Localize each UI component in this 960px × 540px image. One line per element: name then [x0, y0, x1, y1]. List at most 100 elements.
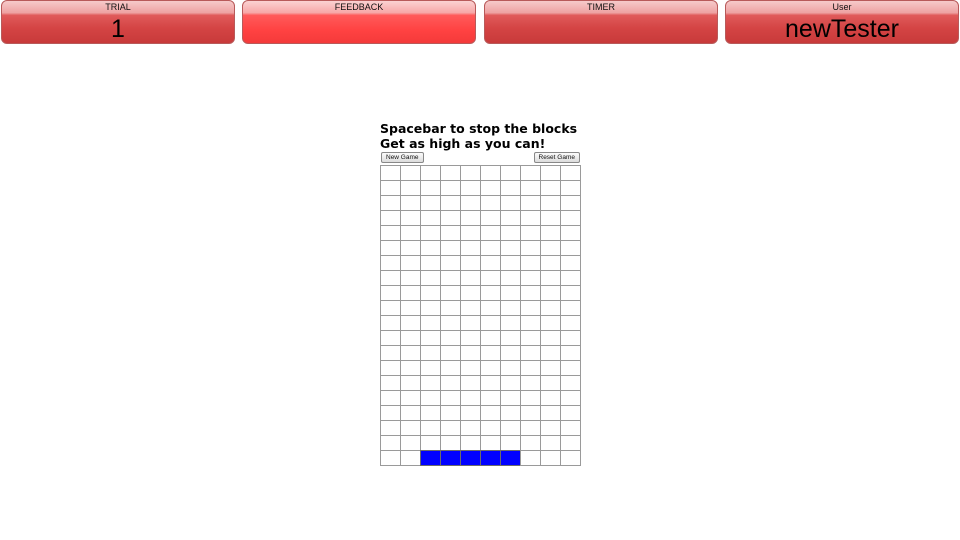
board-cell — [520, 360, 541, 376]
board-cell — [500, 180, 521, 196]
board-cell — [480, 285, 501, 301]
board-cell — [420, 405, 441, 421]
board-cell — [380, 345, 401, 361]
board-cell — [440, 435, 461, 451]
board-cell — [540, 435, 561, 451]
board-cell — [560, 165, 581, 181]
board-cell — [420, 345, 441, 361]
board-cell — [400, 330, 421, 346]
board-cell — [460, 210, 481, 226]
timer-title: TIMER — [587, 2, 615, 12]
board-cell — [500, 435, 521, 451]
board-cell — [440, 300, 461, 316]
board-cell — [440, 390, 461, 406]
board-cell — [440, 405, 461, 421]
board-cell — [400, 300, 421, 316]
board-cell — [400, 195, 421, 211]
board-cell — [420, 270, 441, 286]
board-cell — [560, 330, 581, 346]
board-cell — [440, 360, 461, 376]
timer-panel: TIMER — [484, 0, 718, 44]
board-cell — [540, 405, 561, 421]
board-cell — [500, 270, 521, 286]
board-cell — [520, 180, 541, 196]
board-cell — [420, 255, 441, 271]
board-cell-filled — [440, 450, 461, 466]
board-cell — [400, 405, 421, 421]
board-cell — [440, 255, 461, 271]
board-cell — [560, 435, 581, 451]
board-cell — [400, 375, 421, 391]
board-cell — [460, 420, 481, 436]
board-cell — [380, 285, 401, 301]
board-cell — [560, 285, 581, 301]
feedback-title: FEEDBACK — [334, 2, 384, 12]
board-cell — [440, 165, 461, 181]
board-cell — [500, 300, 521, 316]
board-cell — [420, 330, 441, 346]
board-cell — [520, 390, 541, 406]
reset-game-button[interactable]: Reset Game — [533, 152, 580, 163]
board-cell — [460, 165, 481, 181]
instruction-line-1: Spacebar to stop the blocks — [380, 121, 578, 136]
board-cell — [560, 195, 581, 211]
board-cell — [400, 435, 421, 451]
board-cell — [520, 210, 541, 226]
board-cell — [460, 390, 481, 406]
board-cell — [540, 345, 561, 361]
board-cell — [400, 225, 421, 241]
board-cell — [480, 240, 501, 256]
board-cell — [500, 330, 521, 346]
board-cell — [380, 165, 401, 181]
board-cell — [380, 270, 401, 286]
board-cell — [380, 240, 401, 256]
board-cell — [520, 405, 541, 421]
board-cell — [520, 450, 541, 466]
board-cell — [420, 360, 441, 376]
board-cell — [540, 240, 561, 256]
board-cell — [440, 225, 461, 241]
board-cell-filled — [500, 450, 521, 466]
board-cell — [380, 300, 401, 316]
board-cell — [460, 375, 481, 391]
board-cell — [540, 315, 561, 331]
board-cell — [480, 270, 501, 286]
board-cell — [500, 360, 521, 376]
board-cell — [400, 180, 421, 196]
board-cell — [380, 330, 401, 346]
board-cell — [380, 360, 401, 376]
board-cell — [420, 315, 441, 331]
board-cell — [460, 330, 481, 346]
board-cell — [420, 240, 441, 256]
board-cell — [560, 375, 581, 391]
game-controls: New Game Reset Game — [380, 152, 580, 166]
board-cell — [460, 255, 481, 271]
board-cell — [380, 450, 401, 466]
board-cell — [480, 435, 501, 451]
board-cell — [520, 285, 541, 301]
board-cell — [520, 270, 541, 286]
board-cell — [400, 240, 421, 256]
board-cell — [500, 420, 521, 436]
board-cell — [540, 255, 561, 271]
trial-panel: TRIAL 1 — [1, 0, 235, 44]
board-cell — [460, 435, 481, 451]
board-cell — [500, 390, 521, 406]
board-cell — [500, 165, 521, 181]
board-cell — [460, 180, 481, 196]
board-cell — [500, 405, 521, 421]
game-board[interactable] — [380, 165, 581, 466]
board-cell — [540, 270, 561, 286]
board-cell — [440, 210, 461, 226]
board-cell — [380, 390, 401, 406]
board-cell — [420, 180, 441, 196]
new-game-button[interactable]: New Game — [381, 152, 424, 163]
board-cell — [500, 285, 521, 301]
board-cell — [560, 300, 581, 316]
board-cell — [480, 255, 501, 271]
board-cell — [500, 210, 521, 226]
board-cell — [560, 390, 581, 406]
board-cell-filled — [460, 450, 481, 466]
board-cell — [380, 405, 401, 421]
board-cell — [480, 420, 501, 436]
